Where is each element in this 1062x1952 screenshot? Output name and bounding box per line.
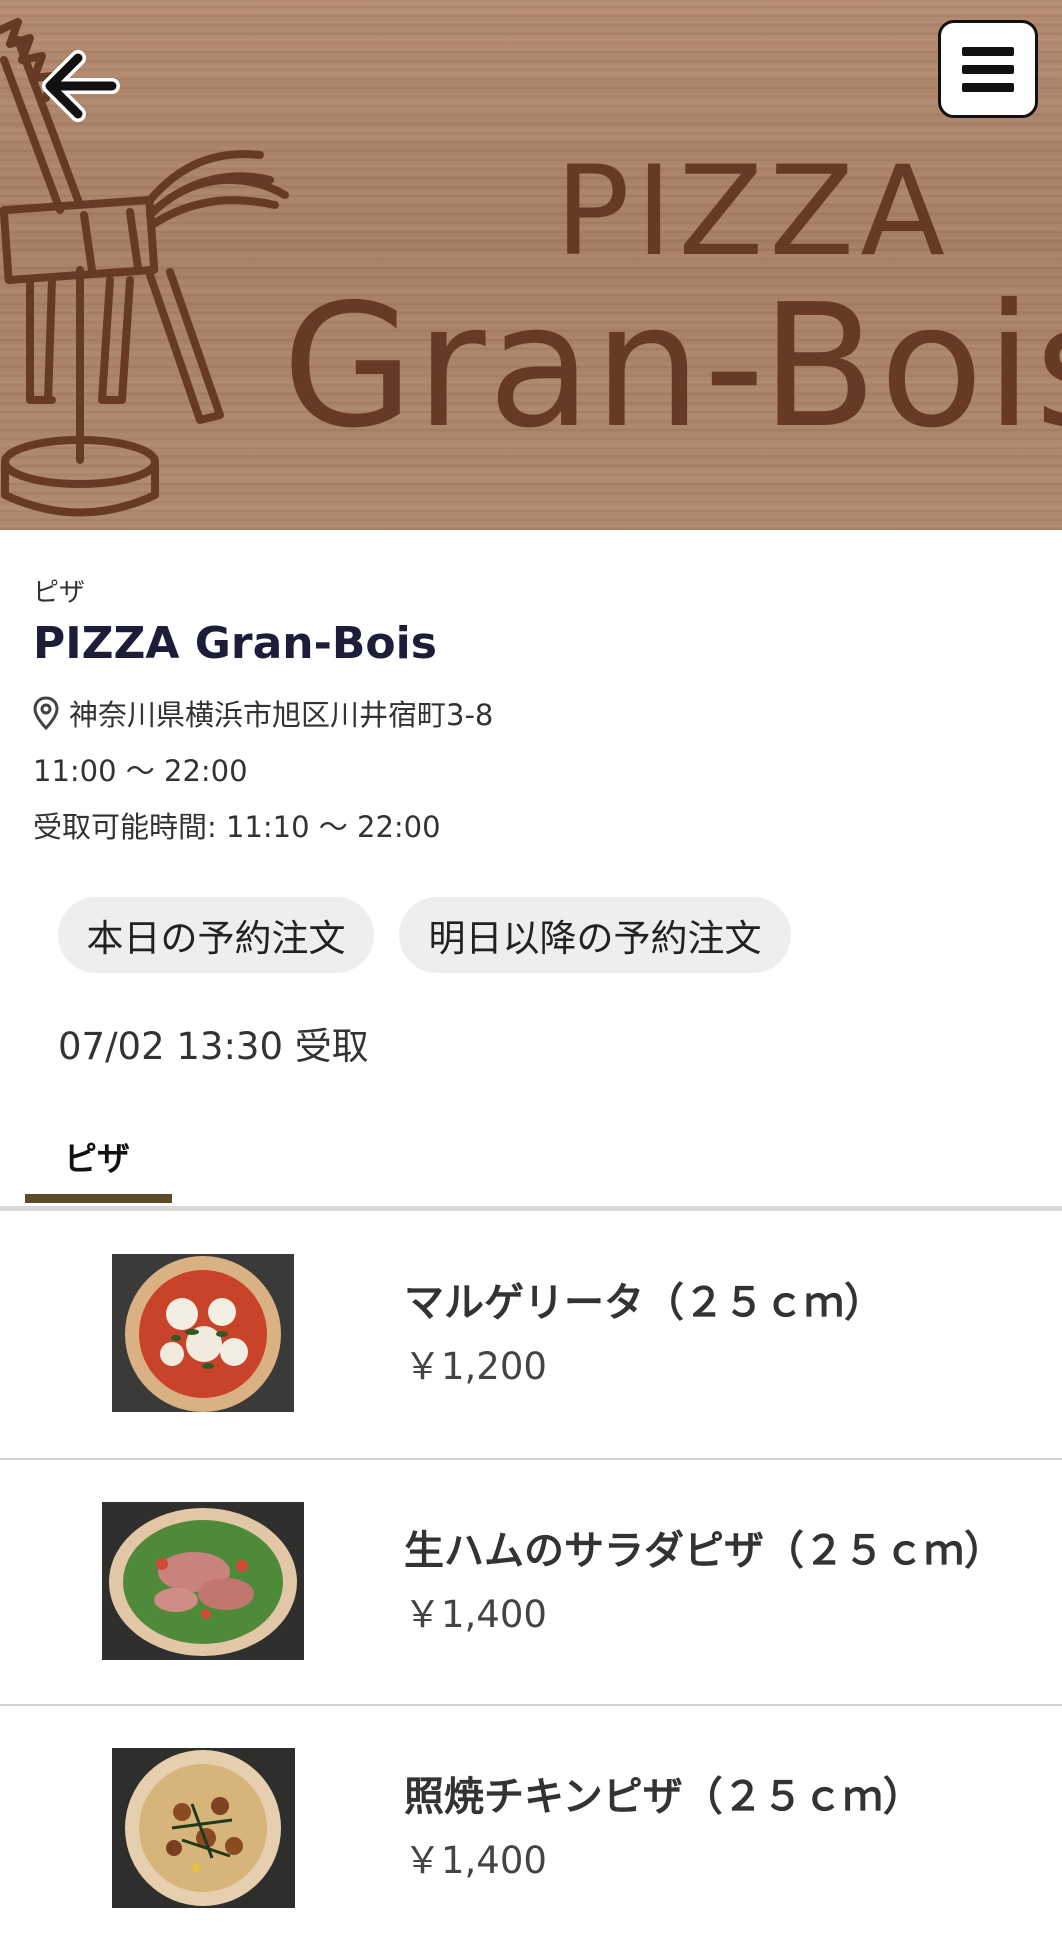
today-reservation-button[interactable]: 本日の予約注文 <box>58 897 374 973</box>
back-button[interactable] <box>34 40 126 132</box>
hero-logo-line1: PIZZA <box>555 140 952 284</box>
menu-item-name: マルゲリータ（２５ｃｍ） <box>404 1280 884 1326</box>
menu-item-name: 生ハムのサラダピザ（２５ｃｍ） <box>404 1528 1004 1574</box>
hamburger-menu-button[interactable] <box>938 20 1038 118</box>
hamburger-menu-icon <box>962 46 1014 56</box>
pickup-hours: 受取可能時間: 11:10 〜 22:00 <box>33 810 441 844</box>
pizza-photo <box>112 1254 294 1412</box>
shop-category: ピザ <box>33 578 86 608</box>
menu-item[interactable]: マルゲリータ（２５ｃｍ） ￥1,200 <box>0 1212 1062 1458</box>
pizza-photo <box>112 1748 295 1908</box>
shop-address: 神奈川県横浜市旭区川井宿町3-8 <box>69 698 494 732</box>
shop-name: PIZZA Gran-Bois <box>33 618 437 669</box>
shop-hours: 11:00 〜 22:00 <box>33 754 248 788</box>
future-reservation-button[interactable]: 明日以降の予約注文 <box>399 897 791 973</box>
tab-pizza[interactable]: ピザ <box>25 1130 172 1205</box>
arrow-left-icon <box>42 50 120 122</box>
menu-item-price: ￥1,400 <box>404 1839 547 1882</box>
menu-item-name: 照焼チキンピザ（２５ｃｍ） <box>404 1774 923 1820</box>
menu-item-price: ￥1,400 <box>404 1593 547 1636</box>
tab-divider <box>0 1206 1062 1211</box>
pickup-time-slot[interactable]: 07/02 13:30 受取 <box>58 1016 369 1070</box>
menu-item[interactable]: 生ハムのサラダピザ（２５ｃｍ） ￥1,400 <box>0 1460 1062 1706</box>
menu-item-price: ￥1,200 <box>404 1345 547 1388</box>
map-pin-icon <box>33 696 59 730</box>
pizza-photo <box>102 1502 304 1660</box>
active-tab-indicator <box>25 1194 172 1203</box>
tab-pizza-label: ピザ <box>64 1139 130 1178</box>
menu-item[interactable]: 照焼チキンピザ（２５ｃｍ） ￥1,400 <box>0 1706 1062 1952</box>
shop-address-row: 神奈川県横浜市旭区川井宿町3-8 <box>33 692 493 734</box>
hero-banner: PIZZA Gran-Bois <box>0 0 1062 530</box>
hero-logo-line2: Gran-Bois <box>282 268 1062 466</box>
